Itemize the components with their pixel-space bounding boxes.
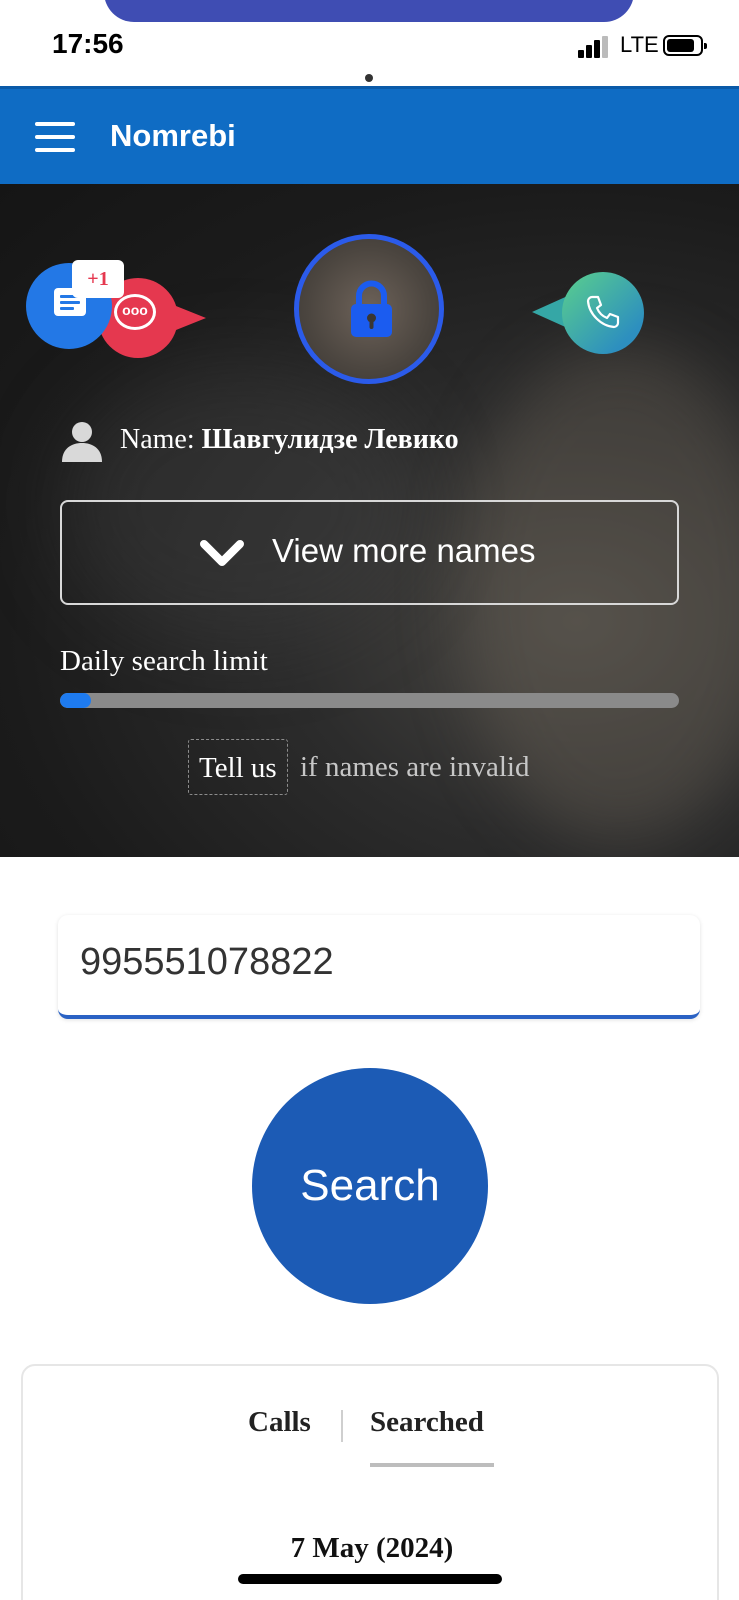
daily-search-limit-fill <box>60 693 91 708</box>
page-indicator-dot <box>365 74 373 82</box>
name-row: Name: Шавгулидзе Левико <box>60 420 700 464</box>
dynamic-island <box>104 0 634 22</box>
app-title: Nomrebi <box>110 118 236 153</box>
chevron-down-icon <box>200 540 244 566</box>
phone-icon[interactable] <box>532 272 644 356</box>
tab-divider <box>341 1410 343 1442</box>
signal-strength-icon <box>578 36 610 58</box>
locked-avatar[interactable] <box>294 234 444 384</box>
hamburger-menu-icon[interactable] <box>35 122 75 152</box>
handset-icon <box>586 295 620 329</box>
name-prefix: Name: <box>120 424 202 455</box>
daily-search-limit-bar <box>60 693 679 708</box>
network-type: LTE <box>620 32 659 57</box>
feedback-row: Tell us if names are invalid <box>188 739 708 795</box>
history-date: 7 May (2024) <box>290 1532 454 1564</box>
caller-name: Шавгулидзе Левико <box>201 424 459 455</box>
tab-calls[interactable]: Calls <box>248 1406 311 1439</box>
search-button[interactable]: Search <box>252 1068 488 1304</box>
lock-icon <box>351 280 392 337</box>
phone-number-field[interactable] <box>58 915 700 1019</box>
phone-number-input[interactable] <box>80 941 670 984</box>
history-card: Calls Searched 7 May (2024) <box>21 1364 719 1600</box>
user-icon <box>62 422 102 462</box>
daily-search-limit-label: Daily search limit <box>60 645 268 677</box>
notification-badge: +1 <box>72 260 124 298</box>
message-bubbles-icon[interactable]: +1 ooo <box>26 260 206 360</box>
status-time: 17:56 <box>52 28 124 59</box>
view-more-names-button[interactable]: View more names <box>60 500 679 605</box>
home-indicator <box>238 1574 502 1584</box>
app-header: Nomrebi <box>0 86 739 184</box>
battery-icon <box>663 35 707 56</box>
tab-searched[interactable]: Searched <box>370 1406 484 1439</box>
status-bar: 17:56 LTE <box>0 0 739 86</box>
name-label: Name: Шавгулидзе Левико <box>120 424 459 456</box>
tell-us-suffix: if names are invalid <box>300 751 530 783</box>
view-more-names-label: View more names <box>272 532 536 569</box>
tell-us-link[interactable]: Tell us <box>188 739 288 795</box>
chat-dots-icon: ooo <box>114 294 156 330</box>
active-tab-indicator <box>370 1463 494 1467</box>
caller-info-panel: +1 ooo Name: Шавгулидзе Левико View more… <box>0 184 739 857</box>
